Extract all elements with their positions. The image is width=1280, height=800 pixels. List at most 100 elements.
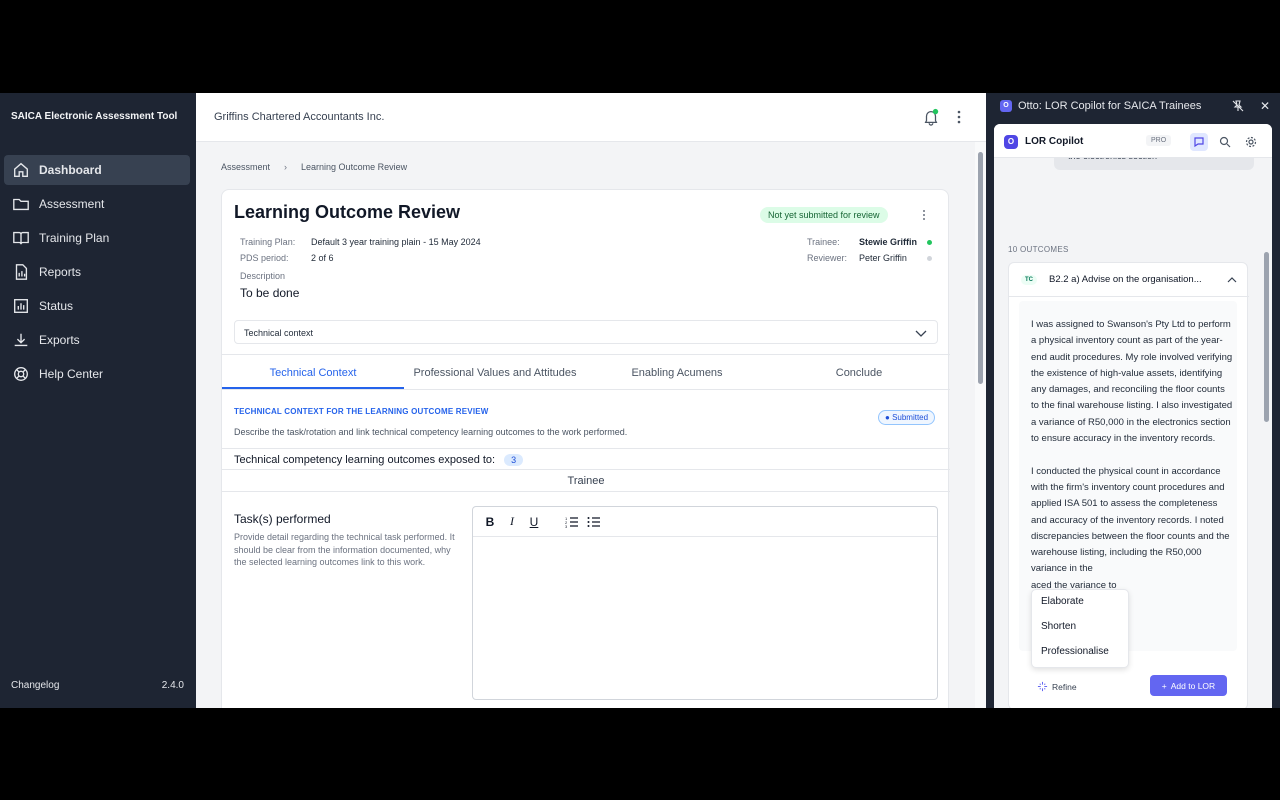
settings-button[interactable]	[1242, 133, 1260, 151]
top-bar: Griffins Chartered Accountants Inc.	[196, 93, 986, 142]
pds-period-label: PDS period:	[240, 253, 289, 263]
chevron-down-icon	[915, 330, 927, 337]
copilot-scroll-thumb[interactable]	[1264, 252, 1269, 422]
sidebar-item-label: Reports	[39, 265, 82, 279]
report-icon	[15, 264, 28, 280]
chart-icon	[14, 299, 28, 313]
chat-button[interactable]	[1190, 133, 1208, 151]
description-value: To be done	[240, 286, 300, 300]
status-badge: Not yet submitted for review	[760, 207, 888, 223]
close-icon[interactable]: ✕	[1260, 99, 1270, 113]
version-label: 2.4.0	[161, 680, 184, 691]
otto-logo-icon: O	[1000, 100, 1012, 112]
trainee-online-dot	[927, 240, 932, 245]
outcome-title: B2.2 a) Advise on the organisation...	[1049, 274, 1202, 285]
bell-icon[interactable]	[922, 108, 940, 126]
sparkle-icon	[1037, 681, 1048, 692]
gear-icon	[1245, 136, 1257, 148]
outcome-tag: TC	[1021, 275, 1037, 285]
submitted-label: Submitted	[892, 413, 929, 422]
app-title: SAICA Electronic Assessment Tool	[11, 111, 178, 122]
add-to-lor-label: Add to LOR	[1170, 680, 1216, 691]
tab-professional-values[interactable]: Professional Values and Attitudes	[404, 355, 586, 389]
refine-menu: Elaborate Shorten Professionalise	[1031, 589, 1129, 668]
outcome-header[interactable]: TC B2.2 a) Advise on the organisation...	[1009, 263, 1249, 297]
menu-item-professionalise[interactable]: Professionalise	[1032, 640, 1128, 665]
main-content: Griffins Chartered Accountants Inc. Asse…	[196, 93, 986, 708]
lor-copilot-logo-icon: O	[1004, 135, 1018, 149]
rich-text-editor[interactable]: B I U 123	[472, 506, 938, 700]
copilot-titlebar: O Otto: LOR Copilot for SAICA Trainees	[1000, 100, 1201, 112]
menu-item-shorten[interactable]: Shorten	[1032, 615, 1128, 640]
more-options-icon[interactable]	[956, 109, 962, 125]
reviewer-offline-dot	[927, 256, 932, 261]
sidebar-item-training-plan[interactable]: Training Plan	[4, 223, 190, 253]
search-icon	[1219, 136, 1231, 148]
section-dropdown[interactable]: Technical context	[234, 320, 938, 344]
reviewer-label: Reviewer:	[807, 253, 848, 263]
book-icon	[13, 231, 29, 245]
svg-text:3: 3	[565, 524, 568, 528]
sidebar-item-label: Dashboard	[39, 163, 102, 177]
folder-icon	[13, 198, 29, 211]
underline-button[interactable]: U	[527, 515, 541, 529]
breadcrumb-assessment[interactable]: Assessment	[221, 162, 270, 172]
sidebar-item-help-center[interactable]: Help Center	[4, 359, 190, 389]
breadcrumb-current: Learning Outcome Review	[301, 162, 408, 172]
search-button[interactable]	[1216, 133, 1234, 151]
bullet-list-icon[interactable]	[587, 516, 601, 528]
trainee-value: Stewie Griffin	[859, 237, 918, 247]
tab-conclude[interactable]: Conclude	[768, 355, 950, 389]
sidebar-item-exports[interactable]: Exports	[4, 325, 190, 355]
app: SAICA Electronic Assessment Tool Dashboa…	[0, 93, 1280, 708]
refine-label: Refine	[1052, 681, 1077, 692]
sidebar-item-status[interactable]: Status	[4, 291, 190, 321]
chevron-up-icon[interactable]	[1227, 276, 1237, 284]
copilot-header: O LOR Copilot PRO	[994, 124, 1272, 158]
bold-button[interactable]: B	[483, 515, 497, 529]
sidebar-item-label: Help Center	[39, 367, 104, 381]
sidebar-item-label: Training Plan	[39, 231, 110, 245]
trainee-column-header: Trainee	[222, 470, 950, 492]
sidebar-item-dashboard[interactable]: Dashboard	[4, 155, 190, 185]
sidebar: SAICA Electronic Assessment Tool Dashboa…	[0, 93, 196, 708]
italic-button[interactable]: I	[505, 514, 519, 529]
exposed-count: 3	[504, 454, 524, 466]
copilot-scrollbar[interactable]	[1264, 162, 1270, 708]
training-plan-value: Default 3 year training plain - 15 May 2…	[311, 237, 481, 247]
tab-technical-context[interactable]: Technical Context	[222, 355, 404, 389]
tab-enabling-acumens[interactable]: Enabling Acumens	[586, 355, 768, 389]
outcome-generated-text: I was assigned to Swanson's Pty Ltd to p…	[1031, 319, 1233, 623]
editor-toolbar: B I U 123	[473, 507, 937, 537]
section-subtitle: Describe the task/rotation and link tech…	[234, 427, 628, 437]
sidebar-item-reports[interactable]: Reports	[4, 257, 190, 287]
main-scrollbar[interactable]	[975, 142, 986, 708]
company-name: Griffins Chartered Accountants Inc.	[214, 111, 385, 123]
add-to-lor-button[interactable]: + Add to LOR	[1150, 675, 1227, 696]
pds-period-value: 2 of 6	[311, 253, 334, 263]
review-tabs: Technical Context Professional Values an…	[222, 354, 950, 390]
menu-item-elaborate[interactable]: Elaborate	[1032, 590, 1128, 615]
exposed-label: Technical competency learning outcomes e…	[234, 454, 496, 466]
chat-icon	[1194, 137, 1204, 148]
help-icon	[14, 367, 28, 381]
breadcrumb: Assessment › Learning Outcome Review	[221, 162, 407, 172]
changelog-link[interactable]: Changelog	[11, 680, 59, 691]
outcomes-count-label: 10 OUTCOMES	[1008, 245, 1069, 254]
review-card: Learning Outcome Review Not yet submitte…	[221, 189, 950, 708]
unpin-icon[interactable]	[1232, 100, 1244, 112]
training-plan-label: Training Plan:	[240, 237, 296, 247]
ordered-list-icon[interactable]: 123	[565, 516, 579, 528]
sidebar-item-label: Status	[39, 299, 74, 313]
exposed-row: Technical competency learning outcomes e…	[222, 448, 950, 470]
sidebar-item-label: Exports	[39, 333, 80, 347]
pro-badge: PRO	[1146, 135, 1172, 146]
card-options-icon[interactable]	[922, 209, 926, 221]
refine-button[interactable]: Refine	[1037, 681, 1077, 692]
sidebar-nav: Dashboard Assessment Training Plan Repor…	[4, 155, 190, 393]
scroll-thumb[interactable]	[978, 152, 983, 384]
reviewer-value: Peter Griffin	[859, 253, 907, 263]
copilot-window: O Otto: LOR Copilot for SAICA Trainees ✕…	[986, 93, 1280, 708]
trainee-label: Trainee:	[807, 237, 840, 247]
sidebar-item-assessment[interactable]: Assessment	[4, 189, 190, 219]
